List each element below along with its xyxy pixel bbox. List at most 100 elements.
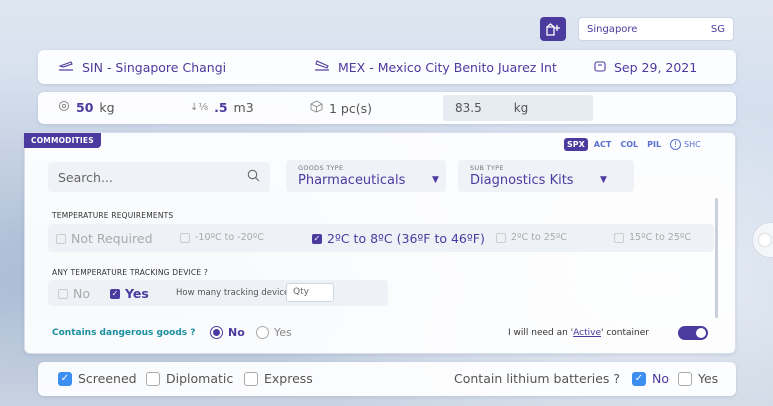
route-bar: SIN - Singapore Changi MEX - Mexico City…	[38, 50, 736, 84]
checkbox-checked[interactable]: ✓	[632, 371, 646, 386]
weight-unit: kg	[99, 100, 115, 115]
checkbox[interactable]	[56, 233, 66, 244]
sub-type-label: SUB TYPE	[470, 164, 504, 172]
pieces-field[interactable]: 1 pc(s)	[310, 100, 372, 116]
active-link[interactable]: Active	[573, 328, 601, 338]
dg-no-radio[interactable]: No	[210, 326, 245, 339]
shipment-bar: 50 kg ↓⅛ .5 m3 1 pc(s) 83.5 kg	[38, 92, 736, 124]
temp-option-15-25[interactable]: 15ºC to 25ºC	[614, 232, 691, 243]
tracking-count-label: How many tracking devices?	[176, 288, 299, 298]
goods-type-select[interactable]: GOODS TYPE Pharmaceuticals ▼	[286, 160, 446, 192]
weight-icon	[58, 100, 70, 115]
scrollbar[interactable]	[715, 198, 718, 318]
temp-option-2-8[interactable]: ✓ 2ºC to 8ºC (36ºF to 46ºF)	[312, 231, 485, 246]
sub-type-select[interactable]: SUB TYPE Diagnostics Kits ▼	[458, 160, 634, 192]
chargeable-weight: 83.5 kg	[443, 95, 593, 121]
lithium-label: Contain lithium batteries ?	[454, 371, 621, 386]
destination-label: MEX - Mexico City Benito Juarez Int	[338, 59, 557, 75]
checkbox-checked[interactable]: ✓	[58, 371, 72, 386]
pieces-value: 1 pc(s)	[329, 100, 372, 116]
options-bar: ✓ Screened Diplomatic Express Contain li…	[38, 362, 736, 396]
calendar-icon	[594, 60, 606, 75]
tracking-no-label: No	[73, 286, 90, 301]
checkbox[interactable]	[244, 371, 258, 386]
temperature-label: TEMPERATURE REQUIREMENTS	[52, 211, 174, 220]
temp-option-label: 15ºC to 25ºC	[629, 232, 691, 243]
checkbox[interactable]	[146, 371, 160, 386]
lithium-no-option[interactable]: ✓ No	[632, 371, 669, 386]
tracking-no[interactable]: No	[58, 286, 90, 301]
tracking-yes-label: Yes	[125, 286, 149, 301]
temp-option-label: 2ºC to 8ºC (36ºF to 46ºF)	[327, 231, 485, 246]
dg-no-label: No	[228, 326, 245, 339]
plane-takeoff-icon	[58, 59, 74, 75]
date-field[interactable]: Sep 29, 2021	[594, 60, 697, 75]
chevron-down-icon: ▼	[600, 175, 607, 185]
active-container-toggle[interactable]	[678, 326, 708, 340]
dg-yes-label: Yes	[274, 326, 292, 339]
temp-option-label: Not Required	[71, 231, 153, 246]
sub-type-value: Diagnostics Kits	[470, 173, 574, 188]
active-container-label: I will need an 'Active' container	[508, 328, 649, 338]
weight-value: 50	[76, 100, 94, 115]
building-plus-icon[interactable]	[540, 17, 566, 41]
volume-field[interactable]: ↓⅛ .5 m3	[190, 100, 254, 115]
radio-selected[interactable]	[210, 326, 223, 339]
checkbox[interactable]	[614, 232, 624, 243]
temperature-options: Not Required -10ºC to -20ºC ✓ 2ºC to 8ºC…	[48, 224, 714, 252]
lithium-no-label: No	[652, 371, 669, 386]
chargeable-value: 83.5	[455, 101, 482, 115]
tracking-label: ANY TEMPERATURE TRACKING DEVICE ?	[52, 268, 209, 277]
screened-label: Screened	[78, 371, 137, 386]
origin-label: SIN - Singapore Changi	[82, 59, 227, 75]
temp-option-not-required[interactable]: Not Required	[56, 231, 153, 246]
goods-type-value: Pharmaceuticals	[298, 173, 406, 188]
dg-yes-radio[interactable]: Yes	[256, 326, 292, 339]
radio[interactable]	[256, 326, 269, 339]
location-select[interactable]: Singapore SG	[578, 17, 734, 41]
diplomatic-option[interactable]: Diplomatic	[146, 371, 233, 386]
origin-field[interactable]: SIN - Singapore Changi	[58, 59, 226, 75]
code-pil[interactable]: PIL	[644, 138, 664, 151]
temp-option-label: 2ºC to 25ºC	[511, 232, 567, 243]
diplomatic-label: Diplomatic	[166, 371, 234, 386]
code-act[interactable]: ACT	[591, 138, 615, 151]
express-label: Express	[264, 371, 313, 386]
chargeable-unit: kg	[513, 101, 529, 115]
lithium-yes-option[interactable]: Yes	[678, 371, 718, 386]
tracking-yes[interactable]: ✓ Yes	[110, 286, 149, 301]
destination-field[interactable]: MEX - Mexico City Benito Juarez Int	[314, 59, 557, 75]
chevron-down-icon: ▼	[432, 175, 439, 185]
temp-option-2-25[interactable]: 2ºC to 25ºC	[496, 232, 567, 243]
checkbox-checked[interactable]: ✓	[312, 233, 322, 244]
box-icon	[310, 100, 323, 116]
qty-input[interactable]: Qty	[286, 283, 334, 302]
location-city: Singapore	[587, 23, 638, 35]
checkbox-checked[interactable]: ✓	[110, 288, 120, 299]
volume-unit: m3	[233, 100, 254, 115]
screened-option[interactable]: ✓ Screened	[58, 371, 137, 386]
commodity-search-input[interactable]: Search...	[48, 162, 270, 192]
tracking-options: No ✓ Yes How many tracking devices?	[48, 280, 388, 306]
handling-codes: SPX ACT COL PIL ! SHC	[564, 137, 704, 152]
volume-icon: ↓⅛	[190, 102, 209, 113]
code-spx[interactable]: SPX	[564, 138, 588, 151]
date-label: Sep 29, 2021	[614, 59, 698, 75]
express-option[interactable]: Express	[244, 371, 313, 386]
search-icon[interactable]	[247, 169, 260, 185]
dangerous-goods-label: Contains dangerous goods ?	[52, 328, 196, 338]
code-col[interactable]: COL	[617, 138, 641, 151]
commodities-tag: COMMODITIES	[24, 133, 101, 148]
checkbox[interactable]	[678, 371, 692, 386]
checkbox[interactable]	[58, 288, 68, 299]
checkbox[interactable]	[496, 232, 506, 243]
location-code: SG	[710, 23, 725, 35]
temp-option-minus10[interactable]: -10ºC to -20ºC	[180, 232, 264, 243]
checkbox[interactable]	[180, 232, 190, 243]
weight-field[interactable]: 50 kg	[58, 100, 115, 115]
temp-option-label: -10ºC to -20ºC	[195, 232, 264, 243]
volume-value: .5	[214, 100, 228, 115]
search-placeholder: Search...	[58, 169, 113, 185]
shc-label: SHC	[684, 140, 701, 149]
shc-button[interactable]: ! SHC	[667, 137, 704, 152]
